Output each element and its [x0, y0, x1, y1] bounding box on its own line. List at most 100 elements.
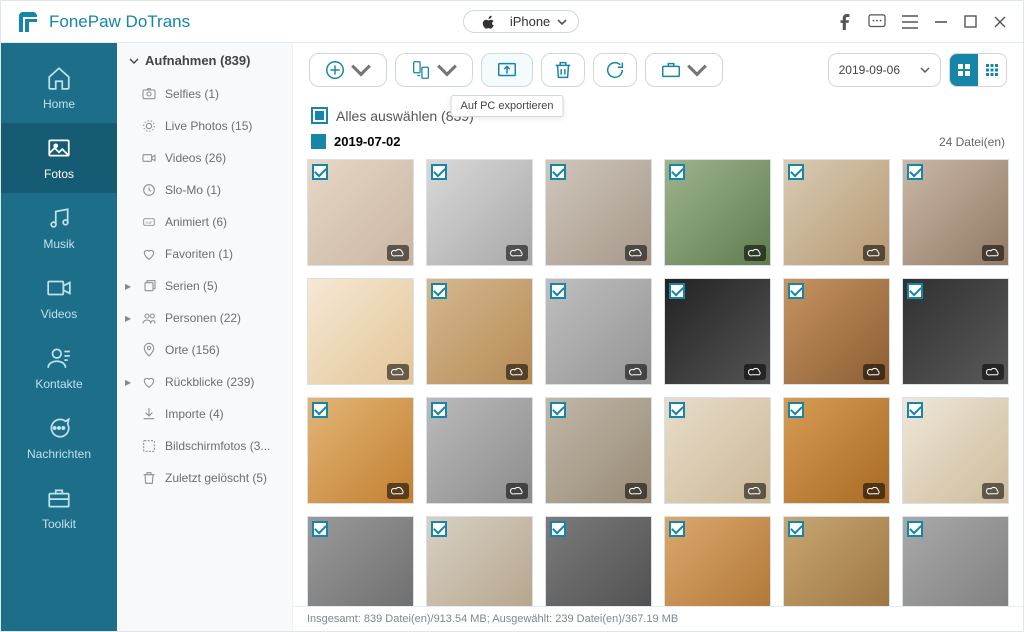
- sidebar-item-home[interactable]: Home: [1, 53, 117, 123]
- thumb-checkbox[interactable]: [788, 402, 804, 418]
- category-item[interactable]: GIFAnimiert (6): [117, 206, 292, 238]
- photo-thumb[interactable]: [545, 159, 652, 266]
- select-all-row[interactable]: Alles auswählen (839): [293, 87, 1023, 128]
- photo-thumb[interactable]: [307, 278, 414, 385]
- facebook-icon[interactable]: [838, 14, 852, 30]
- add-button[interactable]: [309, 53, 387, 87]
- thumb-checkbox[interactable]: [550, 402, 566, 418]
- chevron-down-icon: [350, 59, 372, 81]
- thumb-checkbox[interactable]: [669, 521, 685, 537]
- thumb-checkbox[interactable]: [907, 164, 923, 180]
- sidebar-item-videos[interactable]: Videos: [1, 263, 117, 333]
- photo-thumb[interactable]: [307, 397, 414, 504]
- thumb-checkbox[interactable]: [907, 521, 923, 537]
- category-item[interactable]: ▸Personen (22): [117, 302, 292, 334]
- group-checkbox[interactable]: [311, 134, 326, 149]
- category-label: Selfies (1): [165, 87, 219, 101]
- category-item[interactable]: Live Photos (15): [117, 110, 292, 142]
- briefcase-icon: [660, 59, 682, 81]
- to-device-button[interactable]: [395, 53, 473, 87]
- category-item[interactable]: Orte (156): [117, 334, 292, 366]
- thumb-checkbox[interactable]: [431, 283, 447, 299]
- photo-thumb[interactable]: [783, 516, 890, 606]
- transfer-device-icon: [410, 59, 432, 81]
- category-icon: [141, 278, 157, 294]
- refresh-icon: [604, 59, 626, 81]
- photo-thumb[interactable]: [783, 278, 890, 385]
- photo-thumb[interactable]: [664, 278, 771, 385]
- sidebar-item-music[interactable]: Musik: [1, 193, 117, 263]
- date-filter[interactable]: 2019-09-06: [828, 53, 941, 87]
- photo-thumb[interactable]: [545, 278, 652, 385]
- category-item[interactable]: Videos (26): [117, 142, 292, 174]
- photo-thumb[interactable]: [902, 278, 1009, 385]
- delete-button[interactable]: [541, 53, 585, 87]
- view-grid-large[interactable]: [950, 54, 978, 86]
- photo-thumb[interactable]: [783, 397, 890, 504]
- menu-icon[interactable]: [902, 15, 918, 29]
- cloud-icon: [387, 364, 409, 380]
- thumb-checkbox[interactable]: [907, 283, 923, 299]
- photo-thumb[interactable]: [307, 516, 414, 606]
- photo-thumb[interactable]: [307, 159, 414, 266]
- category-item[interactable]: Favoriten (1): [117, 238, 292, 270]
- thumb-checkbox[interactable]: [669, 164, 685, 180]
- maximize-button[interactable]: [964, 15, 977, 28]
- sidebar: Home Fotos Musik Videos Kontakte Nachric…: [1, 43, 117, 631]
- close-button[interactable]: [993, 15, 1007, 29]
- category-header[interactable]: Aufnahmen (839): [117, 43, 292, 78]
- photo-thumb[interactable]: [426, 516, 533, 606]
- trash-icon: [552, 59, 574, 81]
- photo-thumb[interactable]: [902, 397, 1009, 504]
- thumb-checkbox[interactable]: [431, 402, 447, 418]
- device-select[interactable]: iPhone: [463, 10, 579, 33]
- photo-thumb[interactable]: [664, 397, 771, 504]
- feedback-icon[interactable]: [868, 14, 886, 30]
- photo-thumb[interactable]: [902, 159, 1009, 266]
- view-grid-small[interactable]: [978, 54, 1006, 86]
- apple-icon: [482, 15, 496, 29]
- thumb-checkbox[interactable]: [669, 283, 685, 299]
- thumb-checkbox[interactable]: [788, 521, 804, 537]
- thumb-checkbox[interactable]: [431, 164, 447, 180]
- photo-thumb[interactable]: [545, 516, 652, 606]
- thumb-checkbox[interactable]: [550, 164, 566, 180]
- chevron-down-icon: [686, 59, 708, 81]
- refresh-button[interactable]: [593, 53, 637, 87]
- photo-thumb[interactable]: [902, 516, 1009, 606]
- more-tools-button[interactable]: [645, 53, 723, 87]
- thumb-checkbox[interactable]: [550, 521, 566, 537]
- export-to-pc-button[interactable]: Auf PC exportieren: [481, 53, 533, 87]
- photo-thumb[interactable]: [545, 397, 652, 504]
- category-item[interactable]: Selfies (1): [117, 78, 292, 110]
- photo-thumb[interactable]: [426, 159, 533, 266]
- category-item[interactable]: Zuletzt gelöscht (5): [117, 462, 292, 494]
- category-item[interactable]: Slo-Mo (1): [117, 174, 292, 206]
- photo-thumb[interactable]: [783, 159, 890, 266]
- category-item[interactable]: Importe (4): [117, 398, 292, 430]
- sidebar-item-contacts[interactable]: Kontakte: [1, 333, 117, 403]
- thumb-checkbox[interactable]: [788, 283, 804, 299]
- sidebar-item-messages[interactable]: Nachrichten: [1, 403, 117, 473]
- category-item[interactable]: ▸Rückblicke (239): [117, 366, 292, 398]
- thumb-checkbox[interactable]: [788, 164, 804, 180]
- category-label: Bildschirmfotos (3...: [165, 439, 270, 453]
- thumb-checkbox[interactable]: [312, 521, 328, 537]
- thumb-checkbox[interactable]: [431, 521, 447, 537]
- photo-thumb[interactable]: [664, 159, 771, 266]
- minimize-button[interactable]: [934, 15, 948, 29]
- thumb-checkbox[interactable]: [312, 402, 328, 418]
- thumb-checkbox[interactable]: [669, 402, 685, 418]
- sidebar-item-toolkit[interactable]: Toolkit: [1, 473, 117, 543]
- export-icon: [496, 59, 518, 81]
- thumb-checkbox[interactable]: [550, 283, 566, 299]
- photo-thumb[interactable]: [426, 278, 533, 385]
- sidebar-item-photos[interactable]: Fotos: [1, 123, 117, 193]
- select-all-checkbox[interactable]: [311, 107, 328, 124]
- category-item[interactable]: Bildschirmfotos (3...: [117, 430, 292, 462]
- photo-thumb[interactable]: [426, 397, 533, 504]
- category-item[interactable]: ▸Serien (5): [117, 270, 292, 302]
- photo-thumb[interactable]: [664, 516, 771, 606]
- thumb-checkbox[interactable]: [907, 402, 923, 418]
- thumb-checkbox[interactable]: [312, 164, 328, 180]
